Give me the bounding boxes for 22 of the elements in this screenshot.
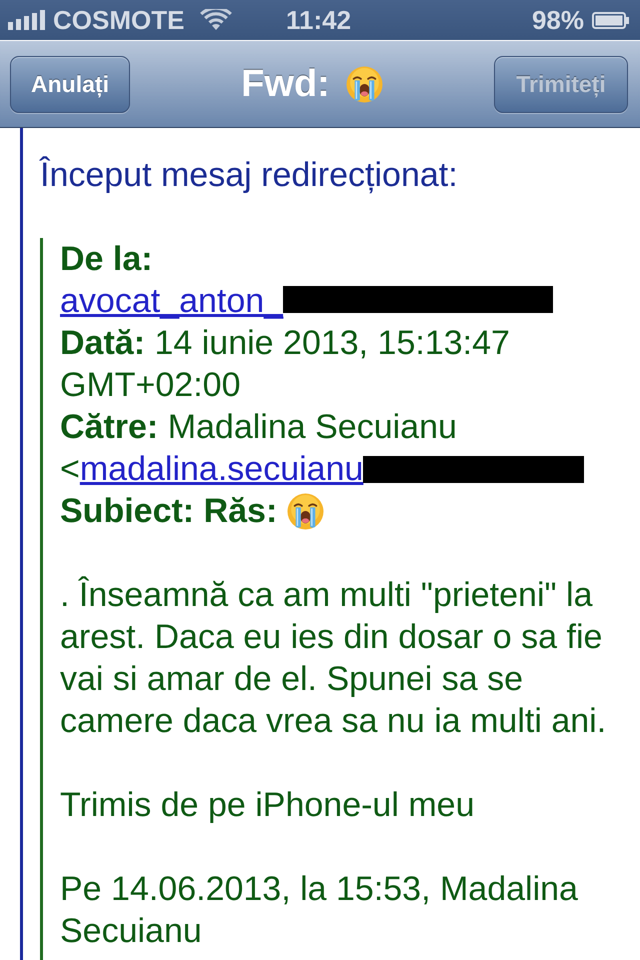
header-label: Către: [60, 408, 158, 446]
email-link[interactable]: madalina.secuianu [80, 450, 364, 488]
carrier-name: COSMOTE [53, 7, 184, 33]
address-bracket: < [60, 450, 80, 488]
battery-icon [592, 12, 630, 28]
message-paragraph: Trimis de pe iPhone-ul meu [60, 785, 476, 826]
battery-percentage: 98% [532, 7, 584, 33]
forward-intro: Început mesaj redirecționat: [40, 155, 459, 196]
header-label: De la: [60, 240, 153, 278]
header-value: Madalina Secuianu [168, 408, 457, 446]
message-paragraph: . Înseamnă ca am multi "prieteni" la arest. Daca eu ies din dosar o sa fie vai si amar de el. Spunei sa se camere daca vrea sa nu ia multi ani. [60, 575, 608, 742]
navigation-title: Fwd: [241, 65, 330, 103]
message-paragraph: Pe 14.06.2013, la 15:53, Madalina Secuianu [60, 869, 579, 952]
header-label: Subiect: [60, 492, 194, 530]
header-line: Dată: 14 iunie 2013, 15:13:47 GMT+02:00 [60, 323, 511, 406]
status-time: 11:42 [286, 7, 352, 33]
cancel-button[interactable]: Anulați [10, 56, 130, 112]
subject-value: Răs: [204, 492, 278, 530]
wifi-icon [200, 9, 232, 31]
signal-bars-icon [8, 10, 45, 30]
crying-face-icon [346, 66, 383, 102]
crying-face-icon [286, 493, 324, 530]
